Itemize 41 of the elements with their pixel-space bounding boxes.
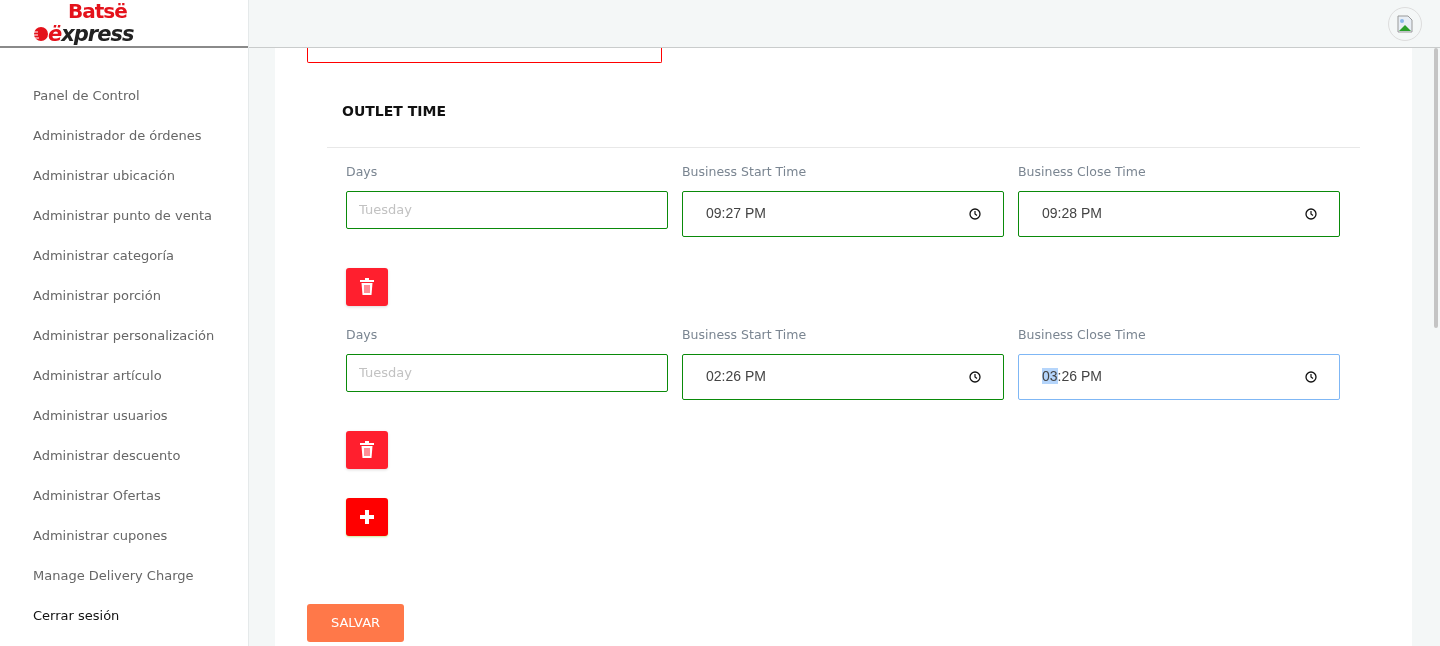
clock-icon: [1305, 207, 1317, 220]
add-button[interactable]: [346, 497, 388, 536]
field-label: Business Close Time: [1018, 325, 1147, 344]
logout-link[interactable]: Cerrar sesión: [0, 596, 248, 636]
trash-icon: [360, 441, 374, 458]
days-field[interactable]: Tuesday: [346, 353, 668, 392]
time-field[interactable]: 02:26 PM: [682, 353, 1004, 400]
logo: Batsë ëxpress: [0, 0, 248, 48]
field-label: Days: [346, 325, 379, 344]
sidebar-item[interactable]: Manage Delivery Charge: [0, 556, 248, 596]
time-field[interactable]: 09:28 PM: [1018, 190, 1340, 237]
sidebar-item[interactable]: Administrar cupones: [0, 516, 248, 556]
field-label: Business Close Time: [1018, 163, 1147, 181]
field-label: Days: [346, 163, 379, 181]
trash-icon: [360, 278, 374, 296]
scrollbar-thumb[interactable]: [1434, 48, 1438, 328]
input-field[interactable]: [307, 48, 662, 63]
sidebar-item[interactable]: Administrar porción: [0, 276, 248, 316]
section-title: OUTLET TIME: [327, 63, 1360, 148]
sidebar-item[interactable]: Administrar descuento: [0, 436, 248, 476]
swoosh-icon: [32, 26, 48, 42]
clock-icon: [1305, 370, 1317, 383]
sidebar-item[interactable]: Administrar categoría: [0, 236, 248, 276]
sidebar-item[interactable]: Administrar ubicación: [0, 156, 248, 196]
sidebar-item[interactable]: Administrar punto de venta: [0, 196, 248, 236]
clock-icon: [969, 207, 981, 220]
sidebar-item[interactable]: Administrar Ofertas: [0, 476, 248, 516]
time-field[interactable]: 03:26 PM: [1018, 353, 1340, 400]
sidebar-item[interactable]: Administrar artículo: [0, 356, 248, 396]
delete-button[interactable]: [346, 267, 388, 306]
plus-icon: [359, 508, 375, 525]
clock-icon: [969, 370, 981, 383]
field-label: Business Start Time: [682, 163, 808, 181]
sidebar-item[interactable]: Administrador de órdenes: [0, 116, 248, 156]
time-field[interactable]: 09:27 PM: [682, 190, 1004, 237]
delete-button[interactable]: [346, 430, 388, 469]
sidebar-item[interactable]: Administrar personalización: [0, 316, 248, 356]
sidebar-item[interactable]: Panel de Control: [0, 76, 248, 116]
days-field[interactable]: Tuesday: [346, 190, 668, 229]
field-label: Business Start Time: [682, 325, 808, 344]
sidebar-item[interactable]: Administrar usuarios: [0, 396, 248, 436]
